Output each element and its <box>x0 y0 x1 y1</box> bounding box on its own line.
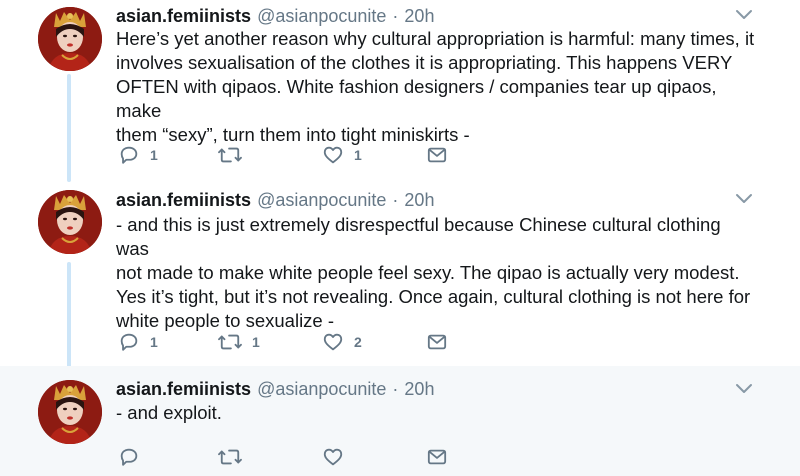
like-button[interactable]: 1 <box>322 143 362 167</box>
display-name[interactable]: asian.femiinists <box>116 190 251 211</box>
reply-button[interactable] <box>118 445 150 469</box>
chevron-down-icon[interactable] <box>735 383 753 395</box>
retweet-button[interactable] <box>218 143 252 167</box>
like-count: 1 <box>354 147 362 163</box>
display-name[interactable]: asian.femiinists <box>116 6 251 27</box>
user-handle[interactable]: @asianpocunite <box>257 190 386 211</box>
tweet-text-line: Here’s yet another reason why cultural a… <box>116 28 755 49</box>
tweet-text: - and exploit. <box>116 401 756 425</box>
tweet-text-line: - and exploit. <box>116 402 222 423</box>
tweet[interactable]: asian.femiinists @asianpocunite · 20h - … <box>0 366 800 476</box>
retweet-button[interactable]: 1 <box>218 330 260 354</box>
tweet-text: Here’s yet another reason why cultural a… <box>116 27 756 147</box>
like-button[interactable]: 2 <box>322 330 362 354</box>
timestamp[interactable]: 20h <box>404 379 434 400</box>
retweet-icon <box>218 147 242 163</box>
retweet-count: 1 <box>252 334 260 350</box>
reply-button[interactable]: 1 <box>118 143 158 167</box>
avatar-image <box>38 190 102 254</box>
like-icon <box>323 333 343 351</box>
like-count: 2 <box>354 334 362 350</box>
tweet-text-line: not made to make white people feel sexy.… <box>116 262 740 283</box>
tweet-text: - and this is just extremely disrespectf… <box>116 213 756 333</box>
chevron-down-icon[interactable] <box>735 9 753 21</box>
like-button[interactable] <box>322 445 354 469</box>
user-handle[interactable]: @asianpocunite <box>257 379 386 400</box>
reply-button[interactable]: 1 <box>118 330 158 354</box>
tweet[interactable]: asian.femiinists @asianpocunite · 20h - … <box>0 183 800 366</box>
avatar[interactable] <box>38 380 102 444</box>
separator-dot: · <box>392 189 399 210</box>
tweet-text-line: - and this is just extremely disrespectf… <box>116 214 721 259</box>
retweet-icon <box>218 334 242 350</box>
direct-message-icon <box>427 449 447 465</box>
tweet-text-line: involves sexualisation of the clothes it… <box>116 52 733 73</box>
tweet-actions: 1 1 2 <box>118 330 458 354</box>
separator-dot: · <box>392 378 399 399</box>
avatar-image <box>38 7 102 71</box>
like-icon <box>323 146 343 164</box>
timestamp[interactable]: 20h <box>404 190 434 211</box>
reply-count: 1 <box>150 334 158 350</box>
reply-icon <box>120 333 138 351</box>
display-name[interactable]: asian.femiinists <box>116 379 251 400</box>
direct-message-icon <box>427 147 447 163</box>
tweet-text-line: OFTEN with qipaos. White fashion designe… <box>116 76 717 121</box>
direct-message-icon <box>427 334 447 350</box>
reply-icon <box>120 448 138 466</box>
reply-count: 1 <box>150 147 158 163</box>
avatar[interactable] <box>38 190 102 254</box>
direct-message-button[interactable] <box>426 445 448 469</box>
separator-dot: · <box>392 5 399 26</box>
tweet[interactable]: asian.femiinists @asianpocunite · 20h He… <box>0 0 800 183</box>
like-icon <box>323 448 343 466</box>
reply-icon <box>120 146 138 164</box>
retweet-icon <box>218 449 242 465</box>
retweet-button[interactable] <box>218 445 252 469</box>
tweet-actions <box>118 445 458 469</box>
user-handle[interactable]: @asianpocunite <box>257 6 386 27</box>
timestamp[interactable]: 20h <box>404 6 434 27</box>
direct-message-button[interactable] <box>426 330 448 354</box>
chevron-down-icon[interactable] <box>735 193 753 205</box>
tweet-text-line: Yes it’s tight, but it’s not revealing. … <box>116 286 751 307</box>
avatar-image <box>38 380 102 444</box>
avatar[interactable] <box>38 7 102 71</box>
tweet-actions: 1 1 <box>118 143 458 167</box>
direct-message-button[interactable] <box>426 143 448 167</box>
